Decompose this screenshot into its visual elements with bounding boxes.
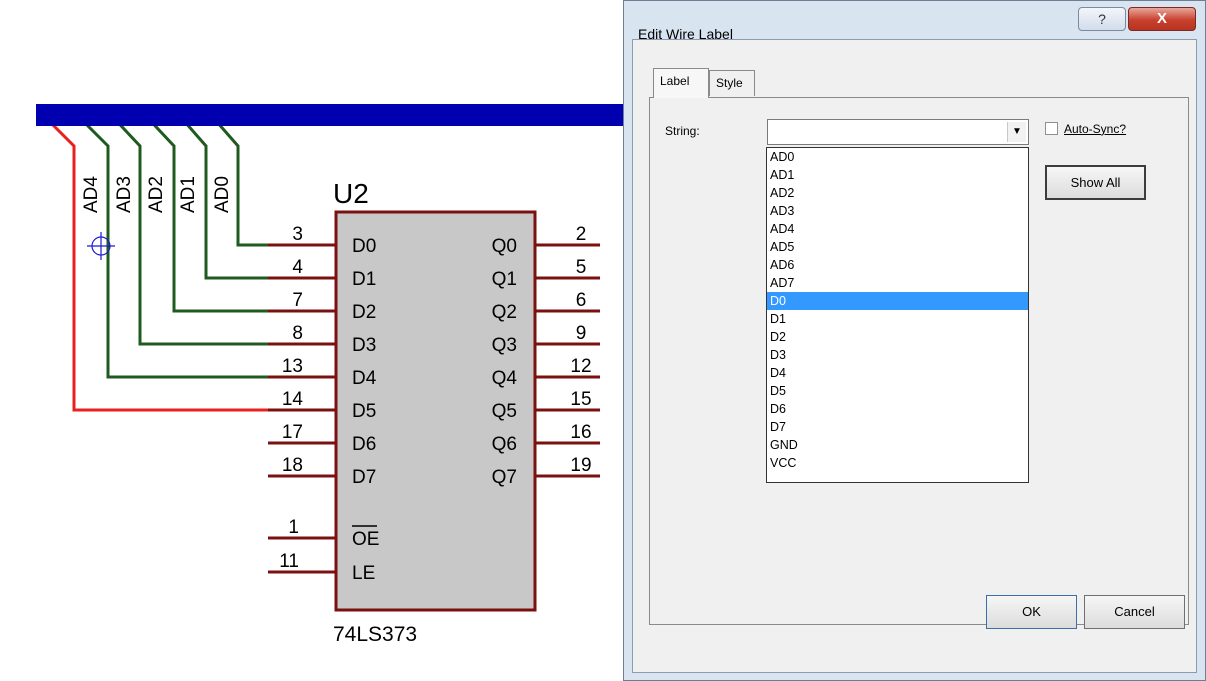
dropdown-option[interactable]: GND — [767, 436, 1028, 454]
pin-number: 14 — [282, 389, 304, 410]
bus-label: AD3 — [114, 176, 135, 213]
pin-number: 15 — [570, 389, 591, 410]
string-combobox[interactable]: ▼ — [767, 119, 1029, 145]
bus-label: AD2 — [146, 176, 167, 213]
dropdown-option[interactable]: D1 — [767, 310, 1028, 328]
dropdown-option[interactable]: D6 — [767, 400, 1028, 418]
pin-number: 1 — [288, 517, 299, 538]
dropdown-option[interactable]: D7 — [767, 418, 1028, 436]
pin-name: D4 — [352, 368, 377, 389]
pin-name: Q2 — [492, 302, 517, 323]
pin-name: D5 — [352, 401, 376, 422]
close-icon: X — [1156, 10, 1167, 27]
cancel-label: Cancel — [1114, 604, 1155, 619]
pin-name: Q3 — [492, 335, 517, 356]
dropdown-option[interactable]: D4 — [767, 364, 1028, 382]
pin-number: 13 — [282, 356, 303, 377]
cancel-button[interactable]: Cancel — [1084, 595, 1185, 629]
ok-button[interactable]: OK — [986, 595, 1077, 629]
chevron-down-icon[interactable]: ▼ — [1007, 122, 1026, 142]
pin-name: Q7 — [492, 467, 517, 488]
pin-number: 19 — [570, 455, 591, 476]
help-icon: ? — [1098, 11, 1106, 27]
pin-number: 2 — [576, 224, 587, 245]
pin-name: Q6 — [492, 434, 517, 455]
pin-name: D7 — [352, 467, 376, 488]
help-button[interactable]: ? — [1078, 7, 1126, 31]
dropdown-option[interactable]: D0 — [767, 292, 1028, 310]
dropdown-option[interactable]: AD0 — [767, 148, 1028, 166]
bus-label: AD4 — [81, 176, 102, 213]
pin-number: 3 — [292, 224, 303, 245]
pin-number: 8 — [292, 323, 303, 344]
wires-layer — [40, 112, 272, 412]
dialog-titlebar[interactable]: Edit Wire Label ? X — [624, 1, 1205, 42]
dropdown-option[interactable]: D2 — [767, 328, 1028, 346]
pin-name: LE — [352, 563, 375, 584]
pin-name: Q1 — [492, 269, 517, 290]
dropdown-option[interactable]: AD7 — [767, 274, 1028, 292]
part-value: 74LS373 — [333, 623, 417, 646]
crosshair-cursor-icon — [87, 232, 115, 260]
close-button[interactable]: X — [1128, 7, 1196, 31]
pin-name: OE — [352, 529, 379, 550]
bus-label: AD1 — [178, 176, 199, 213]
show-all-button[interactable]: Show All — [1045, 165, 1146, 200]
auto-sync-label: Auto-Sync? — [1064, 122, 1127, 136]
pin-name: Q4 — [492, 368, 518, 389]
pin-number: 16 — [570, 422, 591, 443]
pin-name: Q0 — [492, 236, 517, 257]
show-all-label: Show All — [1070, 175, 1121, 190]
pin-number: 18 — [282, 455, 303, 476]
checkbox-box[interactable] — [1045, 122, 1058, 135]
part-reference: U2 — [333, 178, 369, 209]
dropdown-option[interactable]: AD4 — [767, 220, 1028, 238]
tab-label[interactable]: Label — [653, 68, 709, 98]
dropdown-option[interactable]: AD6 — [767, 256, 1028, 274]
pin-number: 17 — [282, 422, 303, 443]
dropdown-option[interactable]: AD2 — [767, 184, 1028, 202]
edit-wire-label-dialog: Edit Wire Label ? X Label Style String: … — [623, 0, 1206, 681]
dropdown-option[interactable]: AD5 — [767, 238, 1028, 256]
dropdown-option[interactable]: AD3 — [767, 202, 1028, 220]
pin-number: 5 — [576, 257, 587, 278]
pin-name: D1 — [352, 269, 376, 290]
tab-style[interactable]: Style — [709, 70, 755, 96]
pin-name: Q5 — [492, 401, 517, 422]
pin-number: 7 — [292, 290, 303, 311]
pin-number: 4 — [292, 257, 303, 278]
ok-label: OK — [1022, 604, 1041, 619]
pin-name: D3 — [352, 335, 376, 356]
string-field-label: String: — [665, 124, 700, 138]
pin-number: 12 — [570, 356, 591, 377]
pin-number: 9 — [576, 323, 587, 344]
tab-style-text: Style — [716, 76, 743, 90]
pin-number: 6 — [576, 290, 587, 311]
bus-line[interactable] — [36, 104, 636, 126]
dropdown-option[interactable]: D5 — [767, 382, 1028, 400]
dropdown-option[interactable]: D3 — [767, 346, 1028, 364]
dropdown-option[interactable]: AD1 — [767, 166, 1028, 184]
pin-name: D2 — [352, 302, 376, 323]
pin-name: D6 — [352, 434, 376, 455]
bus-label: AD0 — [212, 176, 233, 213]
pin-name: D0 — [352, 236, 376, 257]
string-dropdown-list[interactable]: AD0 AD1 AD2 AD3 AD4 AD5 AD6 AD7 D0 D1 D2 D3 D4 D5 D6 D7… — [766, 147, 1029, 483]
auto-sync-checkbox[interactable]: Auto-Sync? — [1045, 122, 1126, 136]
dropdown-option[interactable]: VCC — [767, 454, 1028, 472]
pin-number: 11 — [279, 551, 299, 572]
tab-label-text: Label — [660, 74, 690, 88]
